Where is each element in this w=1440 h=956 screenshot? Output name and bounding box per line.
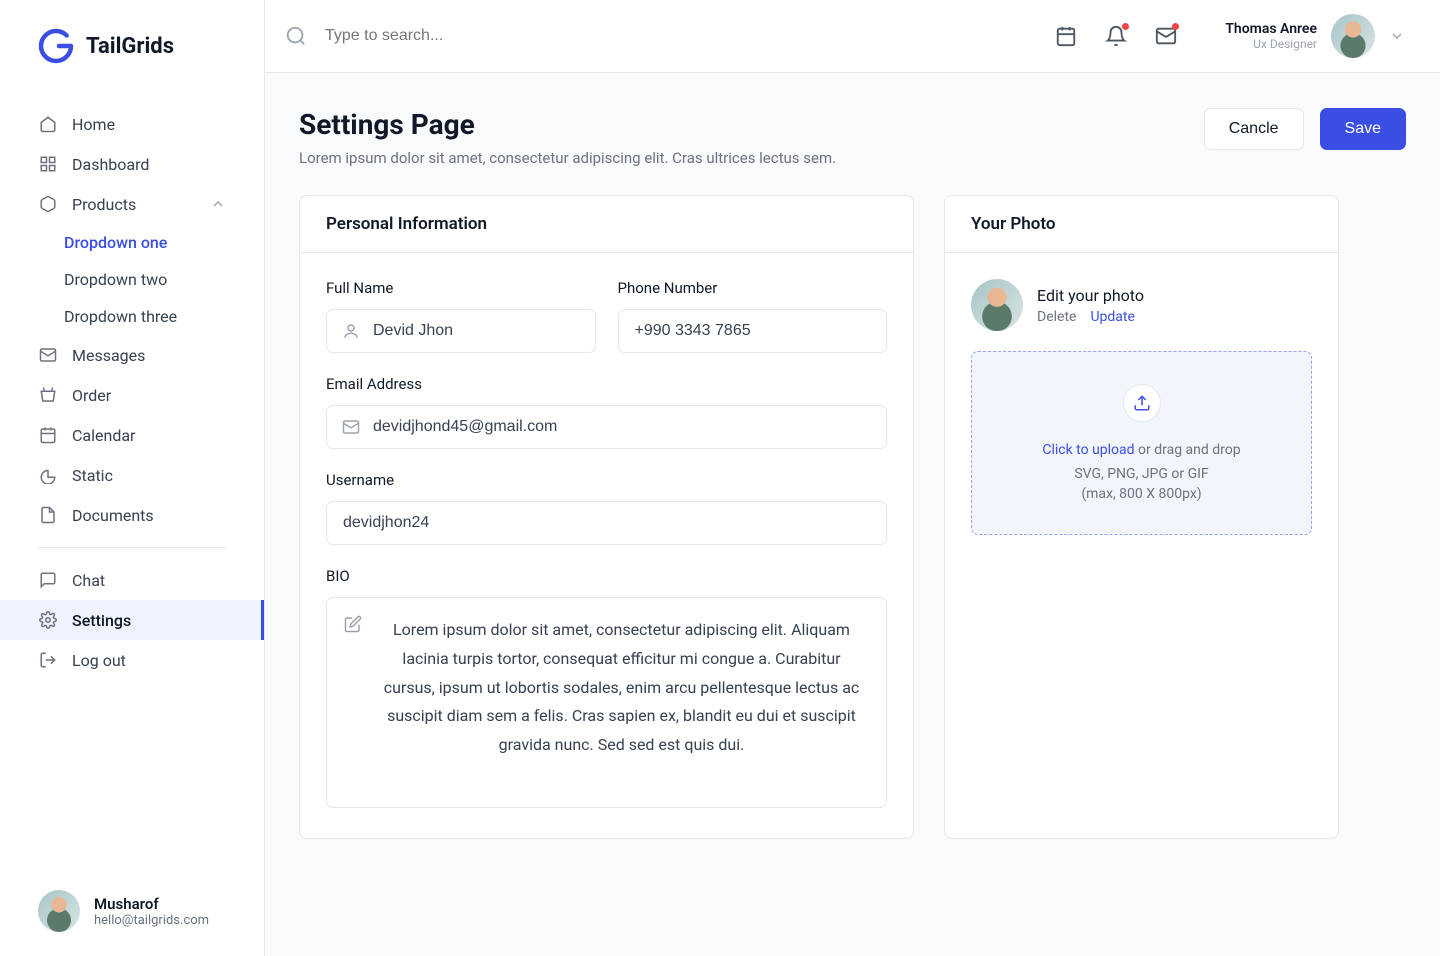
- header-user-name: Thomas Anree: [1225, 21, 1317, 37]
- logout-icon: [38, 650, 58, 670]
- piechart-icon: [38, 465, 58, 485]
- sidebar-item-home[interactable]: Home: [0, 104, 264, 144]
- sidebar-user[interactable]: Musharof hello@tailgrids.com: [0, 872, 264, 932]
- user-icon: [342, 322, 360, 340]
- logo-icon: [38, 28, 74, 64]
- email-input[interactable]: [326, 405, 887, 449]
- sidebar-item-label: Dashboard: [72, 155, 149, 174]
- avatar: [38, 890, 80, 932]
- search-input[interactable]: [325, 27, 1037, 45]
- sidebar-user-name: Musharof: [94, 895, 209, 913]
- header-messages-button[interactable]: [1155, 25, 1177, 47]
- grid-icon: [38, 154, 58, 174]
- sidebar-item-label: Calendar: [72, 426, 135, 445]
- document-icon: [38, 505, 58, 525]
- sidebar: TailGrids Home Dashboard Products Dropdo…: [0, 0, 265, 956]
- sidebar-item-label: Settings: [72, 611, 131, 630]
- home-icon: [38, 114, 58, 134]
- sidebar-subitem-dropdown-one[interactable]: Dropdown one: [0, 224, 264, 261]
- sidebar-item-messages[interactable]: Messages: [0, 335, 264, 375]
- mail-icon: [342, 418, 360, 436]
- edit-photo-label: Edit your photo: [1037, 286, 1144, 305]
- nav-divider: [38, 547, 226, 548]
- email-label: Email Address: [326, 375, 887, 393]
- sidebar-item-documents[interactable]: Documents: [0, 495, 264, 535]
- sidebar-item-settings[interactable]: Settings: [0, 600, 264, 640]
- header-user-menu[interactable]: Thomas Anree Ux Designer: [1225, 14, 1405, 58]
- header-calendar-button[interactable]: [1055, 25, 1077, 47]
- full-name-input[interactable]: [326, 309, 596, 353]
- sidebar-item-order[interactable]: Order: [0, 375, 264, 415]
- gear-icon: [38, 610, 58, 630]
- update-photo-button[interactable]: Update: [1090, 309, 1134, 325]
- mail-icon: [38, 345, 58, 365]
- sidebar-subitem-dropdown-three[interactable]: Dropdown three: [0, 298, 264, 335]
- sidebar-user-email: hello@tailgrids.com: [94, 913, 209, 928]
- card-title: Personal Information: [300, 196, 913, 253]
- upload-icon: [1123, 384, 1161, 422]
- sidebar-item-label: Chat: [72, 571, 105, 590]
- sidebar-item-label: Home: [72, 115, 115, 134]
- sidebar-item-calendar[interactable]: Calendar: [0, 415, 264, 455]
- sidebar-item-label: Order: [72, 386, 111, 405]
- bio-textarea[interactable]: [326, 597, 887, 808]
- personal-info-card: Personal Information Full Name: [299, 195, 914, 839]
- page-title: Settings Page: [299, 108, 836, 141]
- bio-label: BIO: [326, 567, 887, 585]
- upload-text: Click to upload or drag and drop: [992, 442, 1291, 458]
- bag-icon: [38, 385, 58, 405]
- brand-name: TailGrids: [86, 34, 174, 59]
- phone-input[interactable]: [618, 309, 888, 353]
- calendar-icon: [1055, 25, 1077, 47]
- avatar: [971, 279, 1023, 331]
- avatar: [1331, 14, 1375, 58]
- sidebar-item-logout[interactable]: Log out: [0, 640, 264, 680]
- header-notifications-button[interactable]: [1105, 25, 1127, 47]
- sidebar-subitem-dropdown-two[interactable]: Dropdown two: [0, 261, 264, 298]
- photo-card: Your Photo Edit your photo Delete Update: [944, 195, 1339, 839]
- search-icon: [285, 25, 307, 47]
- sidebar-item-chat[interactable]: Chat: [0, 560, 264, 600]
- chat-icon: [38, 570, 58, 590]
- phone-label: Phone Number: [618, 279, 888, 297]
- upload-max: (max, 800 X 800px): [992, 486, 1291, 502]
- edit-icon: [344, 615, 362, 633]
- save-button[interactable]: Save: [1320, 108, 1406, 150]
- click-to-upload-link[interactable]: Click to upload: [1042, 442, 1134, 458]
- sidebar-item-label: Products: [72, 195, 136, 214]
- brand-logo[interactable]: TailGrids: [0, 28, 264, 64]
- notification-dot-icon: [1122, 23, 1129, 30]
- sidebar-item-label: Documents: [72, 506, 154, 525]
- username-input[interactable]: [326, 501, 887, 545]
- full-name-label: Full Name: [326, 279, 596, 297]
- sidebar-item-label: Static: [72, 466, 113, 485]
- chevron-down-icon: [1389, 28, 1405, 44]
- sidebar-item-label: Log out: [72, 651, 126, 670]
- page-subtitle: Lorem ipsum dolor sit amet, consectetur …: [299, 149, 836, 167]
- sidebar-item-products[interactable]: Products: [0, 184, 264, 224]
- upload-formats: SVG, PNG, JPG or GIF: [992, 466, 1291, 482]
- sidebar-item-static[interactable]: Static: [0, 455, 264, 495]
- calendar-icon: [38, 425, 58, 445]
- header-user-role: Ux Designer: [1225, 37, 1317, 51]
- sidebar-item-label: Messages: [72, 346, 145, 365]
- card-title: Your Photo: [945, 196, 1338, 253]
- cube-icon: [38, 194, 58, 214]
- upload-dropzone[interactable]: Click to upload or drag and drop SVG, PN…: [971, 351, 1312, 535]
- username-label: Username: [326, 471, 887, 489]
- chevron-up-icon: [210, 196, 226, 212]
- delete-photo-button[interactable]: Delete: [1037, 309, 1076, 325]
- header: Thomas Anree Ux Designer: [265, 0, 1440, 73]
- sidebar-item-dashboard[interactable]: Dashboard: [0, 144, 264, 184]
- cancel-button[interactable]: Cancle: [1204, 108, 1304, 150]
- notification-dot-icon: [1172, 23, 1179, 30]
